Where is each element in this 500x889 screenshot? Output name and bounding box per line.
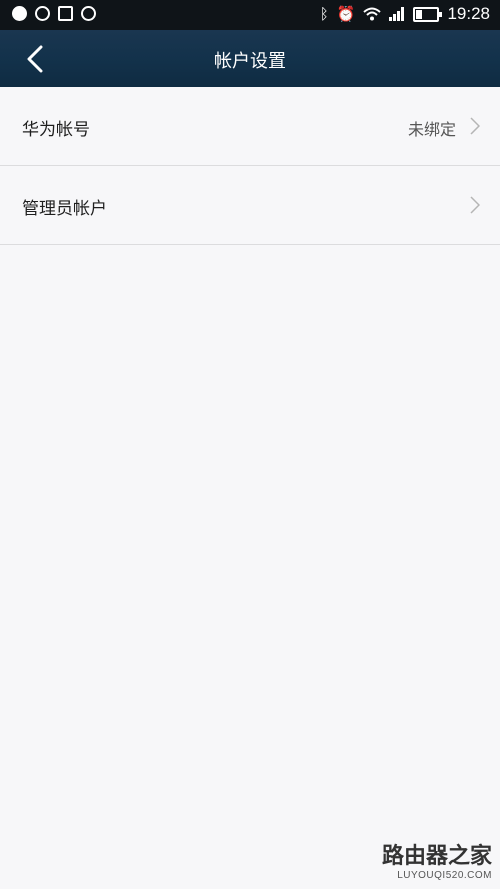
status-bar-right: ᛒ ⏰ 19:28 [320,4,490,24]
list-item-admin-account[interactable]: 管理员帐户 [0,166,500,245]
chevron-right-icon [470,196,480,214]
sync-icon [35,6,50,21]
list-item-value: 未绑定 [407,120,456,139]
chevron-right-icon [470,117,480,135]
status-time: 19:28 [447,4,490,23]
list-item-huawei-account[interactable]: 华为帐号 未绑定 [0,87,500,166]
qq-icon [12,6,27,21]
more-icon [81,6,96,21]
watermark: 路由器之家 LUYOUQI520.COM [382,838,492,881]
watermark-title: 路由器之家 [381,844,492,869]
signal-icon [389,7,405,21]
status-bar-left [12,6,96,21]
settings-list: 华为帐号 未绑定 管理员帐户 [0,87,500,245]
list-item-label: 华为帐号 [22,120,90,140]
battery-icon [413,6,443,22]
wifi-icon [363,7,382,21]
watermark-url: LUYOUQI520.COM [397,870,492,881]
status-bar: ᛒ ⏰ 19:28 [0,0,500,30]
app-header: 帐户设置 [0,30,500,87]
list-item-label: 管理员帐户 [22,199,107,219]
image-icon [58,6,73,21]
page-title: 帐户设置 [214,51,286,72]
alarm-icon: ⏰ [336,5,356,23]
bluetooth-icon: ᛒ [319,5,329,23]
